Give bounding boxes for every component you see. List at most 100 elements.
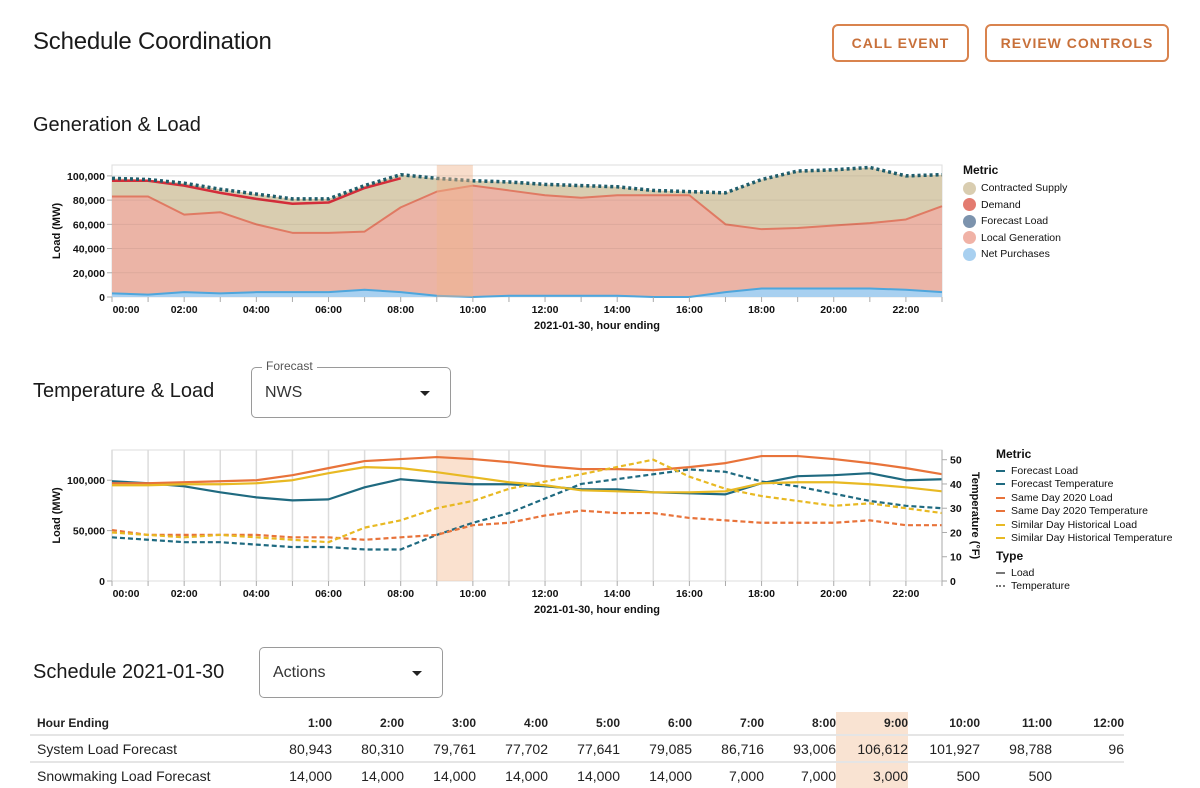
x-tick-label: 04:00 xyxy=(243,304,270,316)
legend-swatch xyxy=(996,523,1005,526)
y2-tick-label: 30 xyxy=(950,503,962,515)
legend-item-forecast-load[interactable]: Forecast Load xyxy=(963,213,1067,230)
x-tick-label: 12:00 xyxy=(532,304,559,316)
legend-label: Demand xyxy=(981,198,1021,211)
legend-swatch xyxy=(996,510,1005,513)
row-label: System Load Forecast xyxy=(30,734,237,762)
call-event-button[interactable]: CALL EVENT xyxy=(832,24,969,62)
table-cell: 14,000 xyxy=(476,761,548,788)
legend-item-demand[interactable]: Demand xyxy=(963,197,1067,214)
column-header: 5:00 xyxy=(595,716,620,730)
schedule-table: Hour Ending 1:00 2:00 3:00 4:00 5:00 6:00 7:00 8… xyxy=(30,712,1124,788)
actions-select[interactable]: Actions xyxy=(259,647,443,698)
x-tick-label: 22:00 xyxy=(892,304,919,316)
x-tick-label: 16:00 xyxy=(676,304,703,316)
table-cell: 14,000 xyxy=(237,761,332,788)
table-row: Snowmaking Load Forecast 14,000 14,000 14,0… xyxy=(30,761,1124,788)
page-title: Schedule Coordination xyxy=(33,28,272,55)
table-cell: 98,788 xyxy=(980,734,1052,762)
table-cell: 7,000 xyxy=(764,761,836,788)
legend-item-contracted-supply[interactable]: Contracted Supply xyxy=(963,180,1067,197)
legend-item-local-generation[interactable]: Local Generation xyxy=(963,230,1067,247)
legend-title: Type xyxy=(996,549,1024,563)
legend-label: Temperature xyxy=(1011,580,1070,593)
legend-label: Load xyxy=(1011,566,1035,579)
table-cell: 14,000 xyxy=(404,761,476,788)
x-tick-label: 06:00 xyxy=(315,304,342,316)
forecast-select[interactable]: Forecast NWS xyxy=(251,359,451,418)
plot-area xyxy=(111,449,943,582)
forecast-select-label: Forecast xyxy=(262,359,317,373)
table-cell: 7,000 xyxy=(692,761,764,788)
chevron-down-icon xyxy=(420,390,430,396)
forecast-select-value: NWS xyxy=(265,383,303,401)
column-header: 7:00 xyxy=(739,716,764,730)
x-tick-label: 14:00 xyxy=(604,304,631,316)
column-header: 8:00 xyxy=(811,716,836,730)
table-cell: 80,943 xyxy=(237,734,332,762)
legend-swatch xyxy=(996,571,1005,574)
temperature-load-title: Temperature & Load xyxy=(33,380,215,402)
table-cell: 80,310 xyxy=(332,734,404,762)
legend-item-similar-day-historical-temperature[interactable]: Similar Day Historical Temperature xyxy=(996,532,1172,546)
x-tick-label: 12:00 xyxy=(532,588,559,600)
review-controls-button[interactable]: REVIEW CONTROLS xyxy=(985,24,1169,62)
table-row: System Load Forecast 80,943 80,310 79,761 77… xyxy=(30,734,1124,762)
table-cell: 79,761 xyxy=(404,734,476,762)
legend-item-load[interactable]: Load xyxy=(996,566,1172,580)
legend-label: Forecast Load xyxy=(1011,464,1079,477)
row-label: Snowmaking Load Forecast xyxy=(30,761,237,788)
x-tick-label: 10:00 xyxy=(459,588,486,600)
y2-tick-label: 0 xyxy=(950,576,956,588)
column-header: 2:00 xyxy=(379,716,404,730)
legend-swatch xyxy=(996,496,1005,499)
legend-item-similar-day-historical-load[interactable]: Similar Day Historical Load xyxy=(996,518,1172,532)
column-header: 1:00 xyxy=(307,716,332,730)
x-tick-label: 18:00 xyxy=(748,304,775,316)
column-header: 11:00 xyxy=(1021,716,1052,730)
y-tick-label: 40,000 xyxy=(73,244,105,256)
y-tick-label: 100,000 xyxy=(67,171,105,183)
x-tick-label: 00:00 xyxy=(113,588,140,600)
x-tick-label: 02:00 xyxy=(171,304,198,316)
y2-tick-label: 10 xyxy=(950,552,962,564)
x-tick-label: 08:00 xyxy=(387,304,414,316)
table-cell: 77,702 xyxy=(476,734,548,762)
column-header: 6:00 xyxy=(667,716,692,730)
legend-label: Forecast Load xyxy=(981,215,1049,228)
legend-item-same-day-2020-temperature[interactable]: Same Day 2020 Temperature xyxy=(996,505,1172,519)
legend-label: Net Purchases xyxy=(981,248,1050,261)
table-cell: 77,641 xyxy=(548,734,620,762)
y-axis-title: Load (MW) xyxy=(51,203,63,260)
y-tick-label: 0 xyxy=(99,292,105,304)
x-tick-label: 08:00 xyxy=(387,588,414,600)
legend-swatch xyxy=(963,231,976,245)
legend-item-same-day-2020-load[interactable]: Same Day 2020 Load xyxy=(996,491,1172,505)
legend-label: Forecast Temperature xyxy=(1011,478,1114,491)
table-cell: 14,000 xyxy=(620,761,692,788)
x-tick-label: 06:00 xyxy=(315,588,342,600)
x-tick-label: 10:00 xyxy=(459,304,486,316)
x-tick-label: 00:00 xyxy=(113,304,140,316)
legend-item-forecast-load[interactable]: Forecast Load xyxy=(996,464,1172,478)
actions-select-value: Actions xyxy=(273,663,326,681)
legend-label: Same Day 2020 Load xyxy=(1011,491,1113,504)
x-tick-label: 20:00 xyxy=(820,588,847,600)
x-tick-label: 04:00 xyxy=(243,588,270,600)
legend-swatch xyxy=(996,469,1005,472)
x-tick-label: 16:00 xyxy=(676,588,703,600)
legend-item-temperature[interactable]: Temperature xyxy=(996,580,1172,594)
x-tick-label: 02:00 xyxy=(171,588,198,600)
temperature-legend: Metric Forecast Load Forecast Temperature S… xyxy=(996,447,1172,593)
table-cell: 79,085 xyxy=(620,734,692,762)
y-tick-label: 80,000 xyxy=(73,195,105,207)
chevron-down-icon xyxy=(412,670,422,676)
legend-swatch xyxy=(996,483,1005,486)
y2-axis-title: Temperature (°F) xyxy=(969,472,981,560)
legend-label: Similar Day Historical Temperature xyxy=(1011,532,1173,545)
highlight-band xyxy=(436,450,473,581)
table-cell xyxy=(1052,761,1124,788)
legend-title: Metric xyxy=(996,447,1032,461)
legend-item-net-purchases[interactable]: Net Purchases xyxy=(963,246,1067,263)
legend-item-forecast-temperature[interactable]: Forecast Temperature xyxy=(996,478,1172,492)
